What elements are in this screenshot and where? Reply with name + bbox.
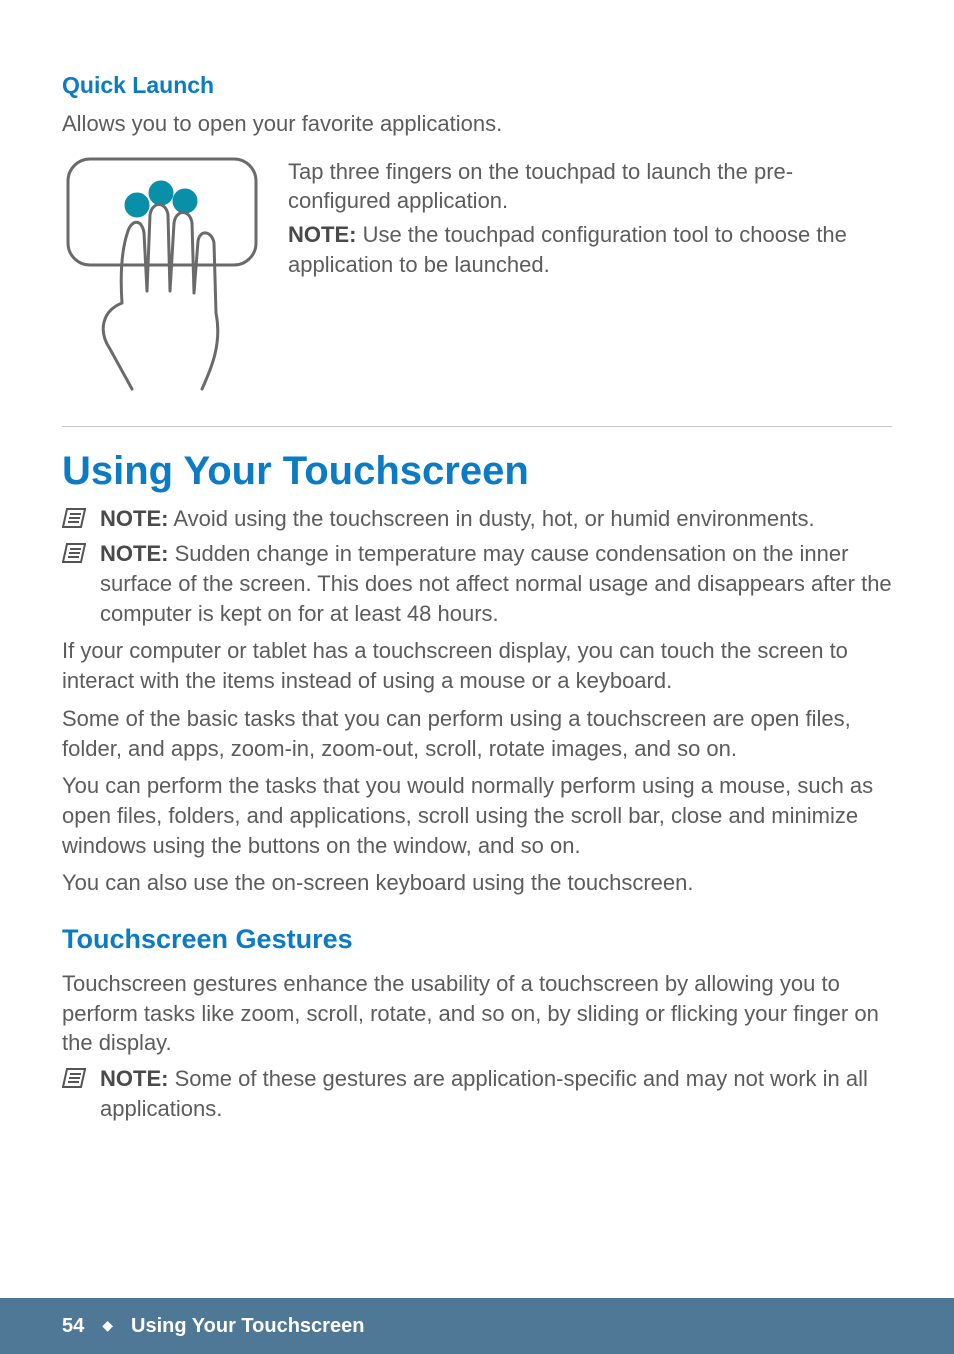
note-1: NOTE: Avoid using the touchscreen in dus… [62, 504, 892, 534]
quick-launch-text: Tap three fingers on the touchpad to lau… [288, 153, 892, 398]
touchpad-gesture-icon [62, 153, 262, 393]
note-2-text: Sudden change in temperature may cause c… [100, 541, 892, 625]
page-number: 54 [62, 1315, 84, 1338]
page-content: Quick Launch Allows you to open your fav… [0, 0, 954, 1123]
note-icon [62, 539, 90, 628]
section-p3: You can perform the tasks that you would… [62, 771, 892, 860]
section-title: Using Your Touchscreen [62, 449, 892, 494]
three-finger-tap-figure [62, 153, 262, 398]
quick-launch-heading: Quick Launch [62, 72, 892, 99]
note-text: Use the touchpad configuration tool to c… [288, 222, 847, 277]
note-2-label: NOTE: [100, 541, 168, 566]
note-3-body: NOTE: Some of these gestures are applica… [100, 1064, 892, 1123]
quick-launch-note: NOTE: Use the touchpad configuration too… [288, 220, 892, 279]
note-1-body: NOTE: Avoid using the touchscreen in dus… [100, 504, 892, 534]
note-3-text: Some of these gestures are application-s… [100, 1066, 868, 1121]
section-p1: If your computer or tablet has a touchsc… [62, 636, 892, 695]
note-icon [62, 504, 90, 534]
note-3: NOTE: Some of these gestures are applica… [62, 1064, 892, 1123]
section-p4: You can also use the on-screen keyboard … [62, 868, 892, 898]
footer-diamond-icon: ◆ [102, 1317, 113, 1334]
note-icon [62, 1064, 90, 1123]
quick-launch-block: Tap three fingers on the touchpad to lau… [62, 153, 892, 427]
footer-title: Using Your Touchscreen [131, 1315, 364, 1338]
section-p2: Some of the basic tasks that you can per… [62, 704, 892, 763]
note-2-body: NOTE: Sudden change in temperature may c… [100, 539, 892, 628]
gestures-intro: Touchscreen gestures enhance the usabili… [62, 969, 892, 1058]
note-1-text: Avoid using the touchscreen in dusty, ho… [168, 506, 814, 531]
note-1-label: NOTE: [100, 506, 168, 531]
gestures-heading: Touchscreen Gestures [62, 924, 892, 955]
note-label: NOTE: [288, 222, 356, 247]
note-2: NOTE: Sudden change in temperature may c… [62, 539, 892, 628]
quick-launch-intro: Allows you to open your favorite applica… [62, 109, 892, 139]
page-footer: 54 ◆ Using Your Touchscreen [0, 1298, 954, 1354]
quick-launch-desc: Tap three fingers on the touchpad to lau… [288, 157, 892, 216]
note-3-label: NOTE: [100, 1066, 168, 1091]
